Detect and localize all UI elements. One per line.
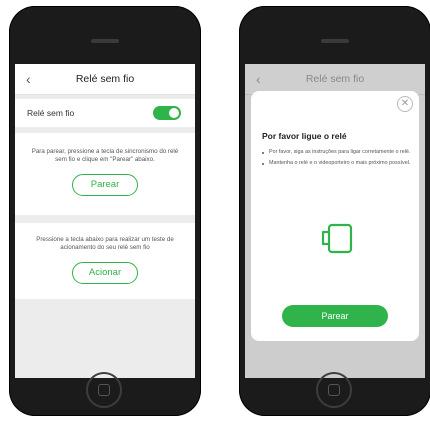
toggle-knob xyxy=(169,108,179,118)
page-title: Relé sem fio xyxy=(305,73,365,85)
home-button[interactable] xyxy=(86,372,122,408)
dialog-title: Por favor ligue o relé xyxy=(262,131,347,141)
close-icon[interactable]: ✕ xyxy=(397,96,413,112)
turn-on-relay-dialog: ✕ Por favor ligue o relé Por favor, siga… xyxy=(251,91,419,341)
home-button[interactable] xyxy=(316,372,352,408)
pair-button[interactable]: Parear xyxy=(282,305,388,327)
header-bar: ‹ Relé sem fio xyxy=(15,64,195,95)
relay-toggle-label: Relé sem fio xyxy=(27,108,75,118)
test-instructions: Pressione a tecla abaixo para realizar u… xyxy=(36,236,174,251)
phone-speaker xyxy=(321,39,349,43)
screen-pair-modal: ‹ Relé sem fio ✕ Por favor ligue o relé … xyxy=(245,64,425,378)
test-card: Pressione a tecla abaixo para realizar u… xyxy=(15,223,195,299)
relay-toggle-switch[interactable] xyxy=(153,106,181,120)
list-item: Por favor, siga as instruções para ligar… xyxy=(262,149,412,156)
pair-card: Para parear, pressione a tecla de sincro… xyxy=(15,133,195,215)
pair-instructions: Para parear, pressione a tecla de sincro… xyxy=(31,148,179,163)
page-title: Relé sem fio xyxy=(75,73,135,85)
instruction-list: Por favor, siga as instruções para ligar… xyxy=(262,149,412,171)
screen-relay-settings: ‹ Relé sem fio Relé sem fio Para parear,… xyxy=(15,64,195,378)
list-item: Mantenha o relé e o videoporteiro o mais… xyxy=(262,160,412,167)
phone-frame-right: ‹ Relé sem fio ✕ Por favor ligue o relé … xyxy=(239,6,430,416)
relay-toggle-row: Relé sem fio xyxy=(15,99,195,127)
relay-device-icon xyxy=(321,223,353,254)
pair-button[interactable]: Parear xyxy=(72,174,138,196)
activate-button[interactable]: Acionar xyxy=(72,262,138,284)
phone-speaker xyxy=(91,39,119,43)
phone-frame-left: ‹ Relé sem fio Relé sem fio Para parear,… xyxy=(9,6,201,416)
